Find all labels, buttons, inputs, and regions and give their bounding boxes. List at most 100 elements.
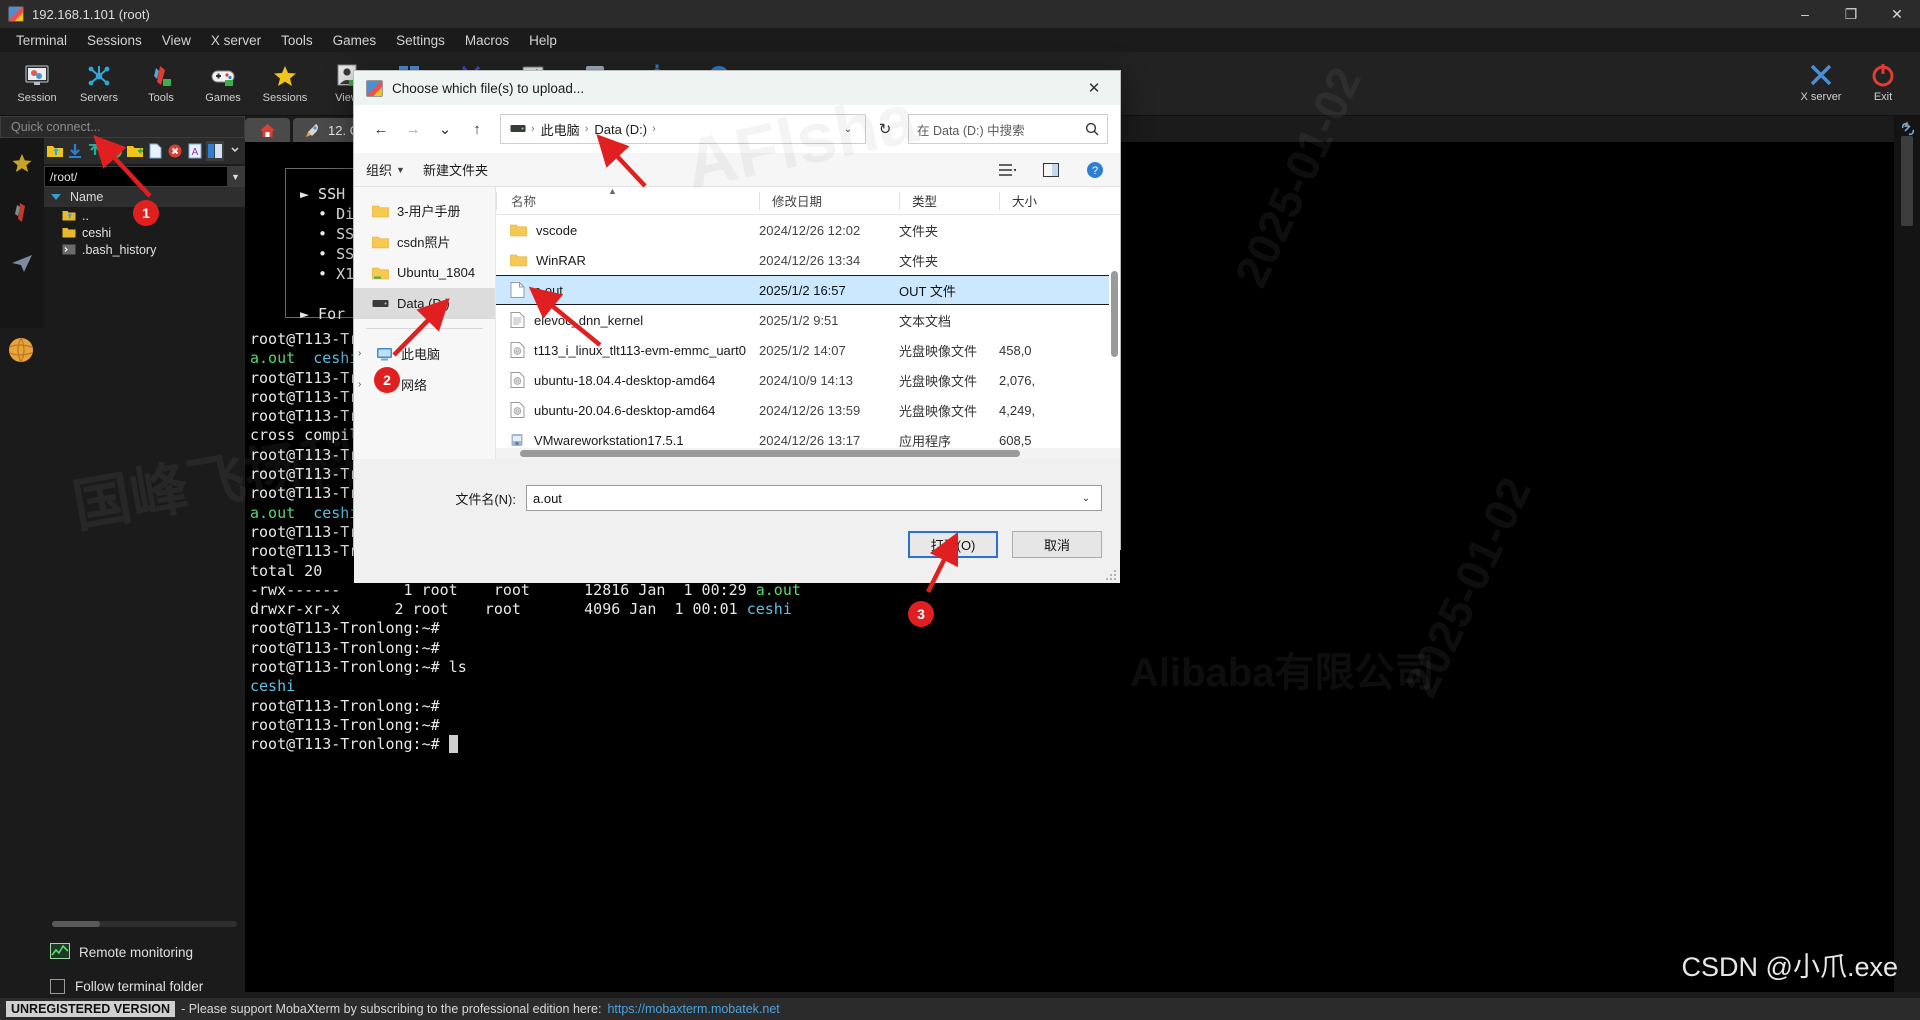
file-list-vertical-scrollbar[interactable]: [1109, 215, 1120, 459]
sftp-delete-icon[interactable]: [166, 141, 184, 161]
sftp-browser-panel: A /root/ ▼ Name .. ceshi .bash_history: [44, 138, 245, 915]
breadcrumb-dropdown-icon[interactable]: ⌄: [837, 124, 859, 135]
quick-connect-field[interactable]: Quick connect...: [0, 116, 245, 138]
sftp-new-file-icon[interactable]: [146, 141, 164, 161]
breadcrumb-drive[interactable]: ›: [507, 123, 538, 135]
table-row[interactable]: vscode 2024/12/26 12:02 文件夹: [496, 215, 1120, 245]
nav-recent-locations-button[interactable]: ⌄: [430, 114, 460, 144]
breadcrumb[interactable]: › 此电脑 › Data (D:) › ⌄: [500, 114, 866, 144]
toolbar-games[interactable]: Games: [192, 54, 254, 114]
organize-button[interactable]: 组织 ▼: [366, 160, 405, 179]
menu-games[interactable]: Games: [323, 31, 387, 50]
toolbar-sessions[interactable]: Sessions: [254, 54, 316, 114]
filename-input[interactable]: a.out ⌄: [526, 485, 1102, 511]
refresh-button[interactable]: ↻: [868, 114, 902, 144]
menu-settings[interactable]: Settings: [386, 31, 455, 50]
file-list-pane: ▲ 名称 修改日期 类型 大小 vscode 2024/12/26 12:02 …: [496, 187, 1120, 459]
scrollbar-thumb[interactable]: [1901, 136, 1913, 226]
file-type-cell: 光盘映像文件: [899, 343, 978, 359]
maximize-button[interactable]: ❐: [1828, 0, 1874, 28]
nav-item-csdn-photos[interactable]: csdn照片: [354, 226, 495, 257]
toolbar-tools[interactable]: Tools: [130, 54, 192, 114]
sftp-upload-icon[interactable]: [86, 141, 104, 161]
sftp-refresh-icon[interactable]: [106, 141, 124, 161]
sftp-horizontal-scrollbar[interactable]: [52, 921, 237, 927]
sftp-path-field[interactable]: /root/ ▼: [44, 166, 245, 187]
mobaxterm-link[interactable]: https://mobaxterm.mobatek.net: [607, 1002, 779, 1016]
open-button[interactable]: 打开(O): [908, 531, 998, 558]
rail-sessions-button[interactable]: [0, 138, 44, 188]
sftp-split-view-icon[interactable]: [206, 141, 224, 161]
menu-sessions[interactable]: Sessions: [77, 31, 152, 50]
breadcrumb-data-d[interactable]: Data (D:) ›: [591, 122, 658, 137]
rail-macros-button[interactable]: [0, 238, 44, 288]
sftp-row-bash-history[interactable]: .bash_history: [44, 241, 245, 258]
table-row[interactable]: t113_i_linux_tlt113-evm-emmc_uart0 2025/…: [496, 335, 1120, 365]
cancel-button[interactable]: 取消: [1012, 531, 1102, 558]
link-icon[interactable]: [1899, 120, 1917, 143]
sftp-text-mode-icon[interactable]: A: [186, 141, 204, 161]
rail-globe-button[interactable]: [6, 335, 36, 370]
table-row[interactable]: elevoc_dnn_kernel 2025/1/2 9:51 文本文档: [496, 305, 1120, 335]
dialog-close-button[interactable]: ✕: [1074, 72, 1114, 104]
sftp-new-folder-icon[interactable]: [126, 141, 144, 161]
toolbar-exit[interactable]: Exit: [1852, 52, 1914, 112]
menu-macros[interactable]: Macros: [455, 31, 519, 50]
menu-terminal[interactable]: Terminal: [6, 31, 77, 50]
menu-tools[interactable]: Tools: [271, 31, 323, 50]
chevron-right-icon[interactable]: ›: [358, 379, 368, 390]
nav-item-label: csdn照片: [397, 235, 451, 250]
search-input[interactable]: 在 Data (D:) 中搜索: [908, 114, 1108, 144]
breadcrumb-this-pc[interactable]: 此电脑 ›: [538, 120, 592, 139]
preview-pane-icon[interactable]: [1038, 158, 1064, 182]
filename-dropdown-icon[interactable]: ⌄: [1077, 493, 1095, 504]
column-header-size[interactable]: 大小: [999, 191, 1069, 210]
file-list-horizontal-scrollbar[interactable]: [496, 448, 1120, 459]
tab-home[interactable]: [245, 118, 290, 142]
view-list-icon[interactable]: [994, 158, 1020, 182]
table-row[interactable]: a.out 2025/1/2 16:57 OUT 文件: [496, 275, 1120, 305]
rail-tools-button[interactable]: [0, 188, 44, 238]
menu-view[interactable]: View: [152, 31, 201, 50]
menu-help[interactable]: Help: [519, 31, 567, 50]
close-button[interactable]: ✕: [1874, 0, 1920, 28]
toolbar-session[interactable]: Session: [6, 54, 68, 114]
remote-monitoring-button[interactable]: Remote monitoring: [50, 943, 193, 961]
sftp-download-icon[interactable]: [66, 141, 84, 161]
file-type-cell: 文本文档: [899, 313, 952, 329]
column-header-type[interactable]: 类型: [899, 191, 999, 210]
sftp-row-ceshi[interactable]: ceshi: [44, 224, 245, 241]
monitor-chart-icon: [50, 943, 70, 959]
nav-forward-button[interactable]: →: [398, 114, 428, 144]
column-header-name[interactable]: 名称: [496, 191, 759, 210]
sftp-row-label: ..: [82, 208, 89, 223]
toolbar-servers[interactable]: Servers: [68, 54, 130, 114]
column-header-date[interactable]: 修改日期: [759, 191, 899, 210]
nav-item-data-d[interactable]: Data (D:): [354, 288, 495, 319]
table-row[interactable]: ubuntu-18.04.4-desktop-amd64 2024/10/9 1…: [496, 365, 1120, 395]
terminal-vertical-scrollbar[interactable]: ▲: [1894, 116, 1920, 992]
follow-terminal-folder-checkbox[interactable]: [50, 979, 65, 994]
sftp-parent-folder-icon[interactable]: [46, 141, 64, 161]
nav-back-button[interactable]: ←: [366, 114, 396, 144]
nav-up-button[interactable]: ↑: [462, 114, 492, 144]
minimize-button[interactable]: –: [1782, 0, 1828, 28]
nav-divider: [366, 328, 483, 329]
sftp-path-dropdown-icon[interactable]: ▼: [227, 167, 244, 186]
table-row[interactable]: WinRAR 2024/12/26 13:34 文件夹: [496, 245, 1120, 275]
nav-item-user-manual[interactable]: 3-用户手册: [354, 195, 495, 226]
resize-grip-icon[interactable]: [1105, 569, 1117, 581]
file-type-cell: 应用程序: [899, 433, 952, 449]
toolbar-xserver[interactable]: X server: [1790, 52, 1852, 112]
sftp-more-icon[interactable]: [226, 141, 243, 161]
annotation-badge-2: 2: [374, 367, 400, 393]
menu-xserver[interactable]: X server: [201, 31, 271, 50]
chevron-right-icon[interactable]: ›: [358, 348, 368, 359]
follow-terminal-folder-row[interactable]: Follow terminal folder: [50, 979, 203, 994]
help-circle-icon[interactable]: ?: [1082, 158, 1108, 182]
table-row[interactable]: ubuntu-20.04.6-desktop-amd64 2024/12/26 …: [496, 395, 1120, 425]
nav-item-label: 网络: [401, 378, 428, 393]
new-folder-button[interactable]: 新建文件夹: [423, 160, 488, 179]
nav-item-this-pc[interactable]: › 此电脑: [354, 338, 495, 369]
nav-item-ubuntu-1804[interactable]: Ubuntu_1804: [354, 257, 495, 288]
